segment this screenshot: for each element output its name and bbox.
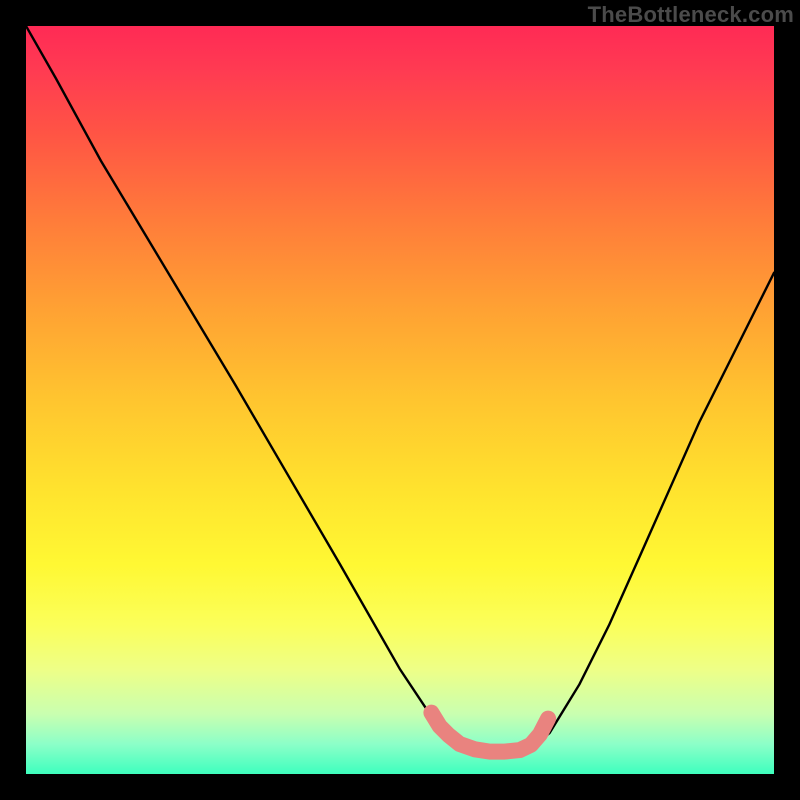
optimal-region-marker [431, 713, 548, 752]
plot-frame [26, 26, 774, 774]
watermark-text: TheBottleneck.com [588, 2, 794, 28]
bottleneck-curve [26, 26, 774, 752]
curve-overlay [26, 26, 774, 774]
